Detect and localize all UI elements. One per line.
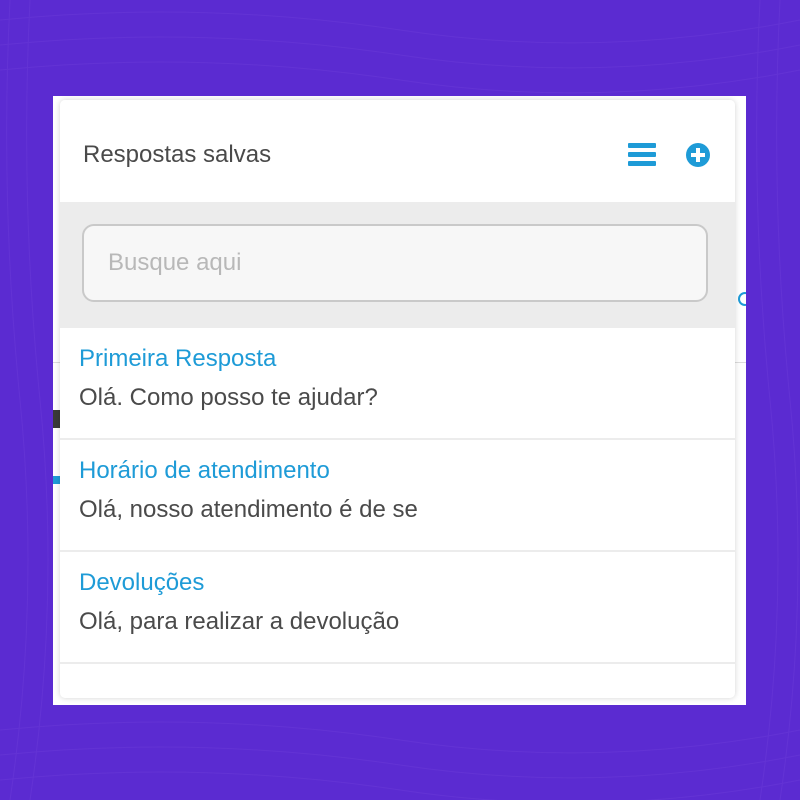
background-divider — [735, 362, 746, 363]
add-reply-button[interactable] — [683, 140, 713, 170]
search-input[interactable] — [84, 226, 706, 300]
background-ui-fragment — [53, 410, 60, 428]
saved-replies-panel: Respostas salvas Busque aqui Primeira Re… — [60, 100, 735, 698]
background-divider — [53, 362, 60, 363]
reply-title: Horário de atendimento — [79, 457, 330, 484]
plus-circle-icon — [686, 143, 710, 167]
reply-preview: Olá, para realizar a devolução — [79, 608, 400, 635]
list-view-button[interactable] — [627, 140, 657, 170]
background-ui-fragment — [53, 476, 60, 484]
search-box — [82, 224, 708, 302]
screenshot-frame: Respostas salvas Busque aqui Primeira Re… — [53, 96, 746, 705]
search-area — [60, 202, 735, 328]
list-item[interactable]: Devoluções Olá, para realizar a devoluçã… — [60, 552, 735, 664]
list-icon — [628, 143, 656, 166]
reply-preview: Olá, nosso atendimento é de se — [79, 496, 418, 523]
saved-replies-list: Primeira Resposta Olá. Como posso te aju… — [60, 328, 735, 664]
panel-title: Respostas salvas — [83, 141, 272, 168]
reply-preview: Olá. Como posso te ajudar? — [79, 384, 378, 411]
list-item[interactable]: Horário de atendimento Olá, nosso atendi… — [60, 440, 735, 552]
panel-header: Respostas salvas — [60, 100, 735, 202]
reply-title: Devoluções — [79, 569, 205, 596]
list-item[interactable]: Primeira Resposta Olá. Como posso te aju… — [60, 328, 735, 440]
reply-title: Primeira Resposta — [79, 345, 277, 372]
